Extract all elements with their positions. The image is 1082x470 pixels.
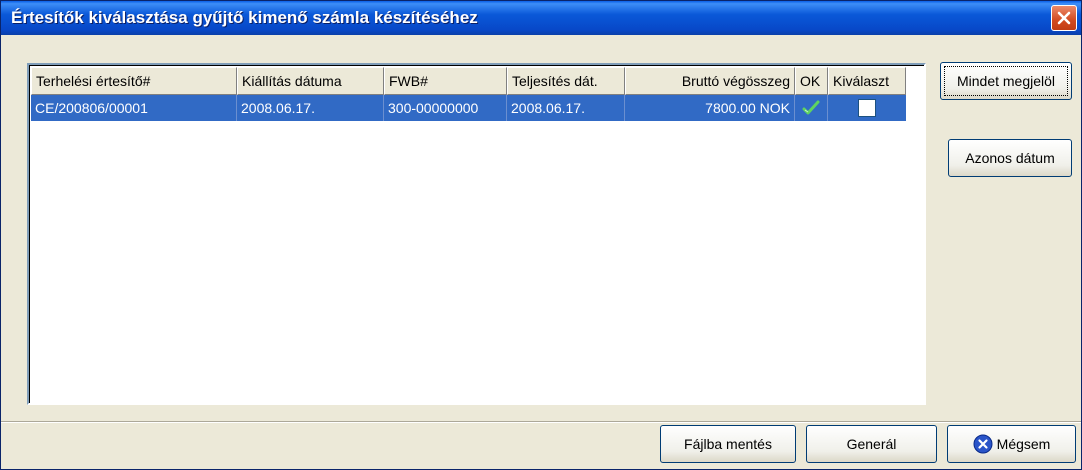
cancel-button[interactable]: Mégsem xyxy=(947,425,1076,463)
select-checkbox[interactable] xyxy=(858,99,876,117)
list-header: Terhelési értesítő# Kiállítás dátuma FWB… xyxy=(31,67,906,95)
cell-kiallitas: 2008.06.17. xyxy=(237,95,384,121)
column-header-kivalaszt[interactable]: Kiválaszt xyxy=(828,67,906,95)
cancel-label: Mégsem xyxy=(996,436,1051,452)
save-to-file-button[interactable]: Fájlba mentés xyxy=(660,425,796,463)
cell-ok xyxy=(795,95,828,121)
close-button[interactable] xyxy=(1051,5,1077,31)
column-header-ok[interactable]: OK xyxy=(795,67,828,95)
focus-outline xyxy=(944,66,1068,96)
cell-brutto: 7800.00 NOK xyxy=(625,95,795,121)
window-title: Értesítők kiválasztása gyűjtő kimenő szá… xyxy=(11,8,478,27)
save-to-file-label: Fájlba mentés xyxy=(684,436,772,452)
same-date-label: Azonos dátum xyxy=(965,150,1055,166)
column-header-brutto[interactable]: Bruttó végösszeg xyxy=(625,67,795,95)
column-header-fwb[interactable]: FWB# xyxy=(384,67,507,95)
x-circle-icon xyxy=(973,434,993,454)
column-header-ertesito[interactable]: Terhelési értesítő# xyxy=(31,67,237,95)
cell-kivalaszt xyxy=(828,95,906,121)
cell-ertesito: CE/200806/00001 xyxy=(31,95,237,121)
divider xyxy=(1,422,1081,423)
notices-list[interactable]: Terhelési értesítő# Kiállítás dátuma FWB… xyxy=(27,63,926,405)
column-header-kiallitas[interactable]: Kiállítás dátuma xyxy=(237,67,384,95)
generate-button[interactable]: Generál xyxy=(806,425,937,463)
same-date-button[interactable]: Azonos dátum xyxy=(948,139,1072,177)
select-all-button[interactable]: Mindet megjelöl xyxy=(940,62,1072,100)
column-header-teljesites[interactable]: Teljesítés dát. xyxy=(507,67,625,95)
cell-teljesites: 2008.06.17. xyxy=(507,95,625,121)
table-row[interactable]: CE/200806/00001 2008.06.17. 300-00000000… xyxy=(31,95,906,121)
checkmark-icon xyxy=(802,100,820,115)
dialog-window: Értesítők kiválasztása gyűjtő kimenő szá… xyxy=(0,0,1082,470)
cell-fwb: 300-00000000 xyxy=(384,95,507,121)
close-icon xyxy=(1057,11,1071,25)
title-bar[interactable]: Értesítők kiválasztása gyűjtő kimenő szá… xyxy=(1,1,1081,35)
generate-label: Generál xyxy=(846,436,897,452)
